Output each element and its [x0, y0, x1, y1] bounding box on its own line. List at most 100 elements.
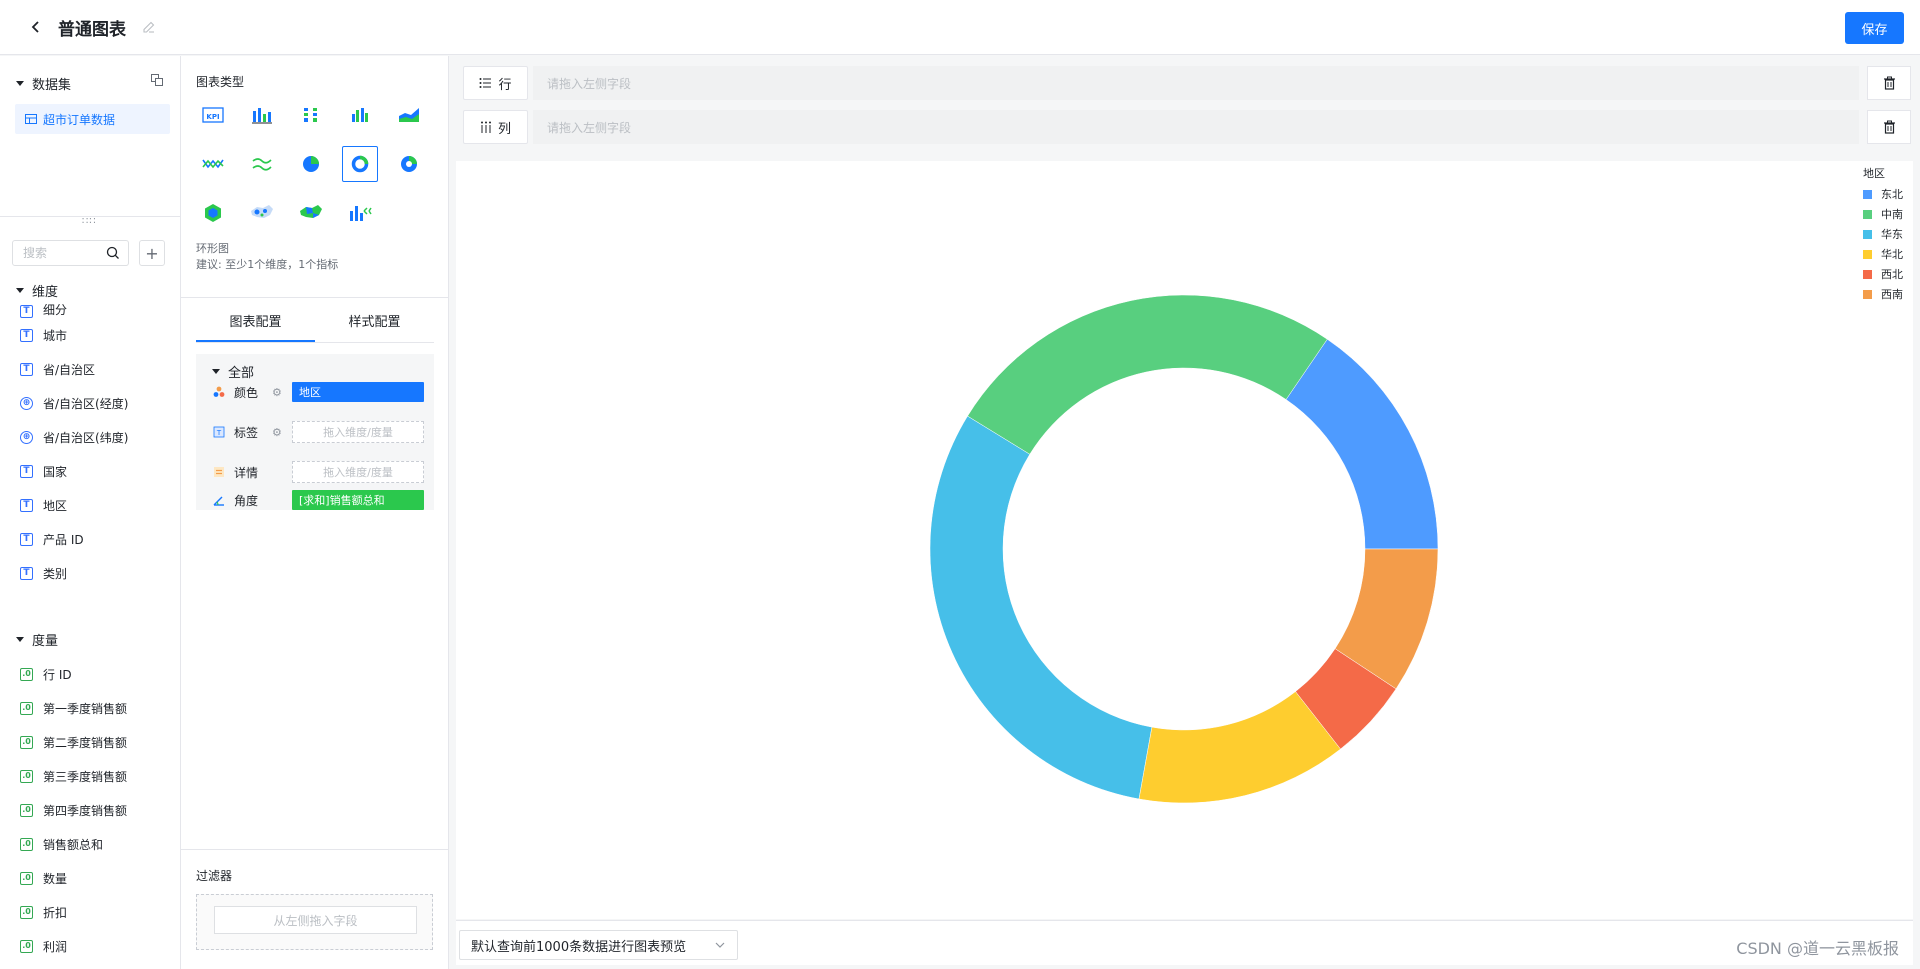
- caret-down-icon: [16, 81, 24, 86]
- search-icon[interactable]: [106, 246, 120, 264]
- dataset-section-label: 数据集: [32, 78, 72, 93]
- legend-swatch: [1863, 249, 1872, 259]
- measure-section-label: 度量: [32, 634, 59, 649]
- legend-item[interactable]: 中南: [1863, 204, 1903, 224]
- dataset-item[interactable]: 超市订单数据: [15, 104, 170, 134]
- preview-limit-select[interactable]: 默认查询前1000条数据进行图表预览: [459, 930, 738, 960]
- number-type-icon: .0: [20, 701, 33, 715]
- back-button[interactable]: [22, 13, 50, 41]
- legend-item[interactable]: 西北: [1863, 264, 1903, 284]
- config-panel: 图表类型 KPI 环形图 建议: 至少1个维度，1个指标 图表配置 样式配置 全…: [181, 56, 449, 969]
- label-drop-zone[interactable]: 拖入维度/度量: [292, 421, 424, 443]
- label-encoding-row: T 标签 ⚙ 拖入维度/度量: [212, 420, 426, 444]
- geo-type-icon: ⊕: [20, 396, 33, 410]
- field-label: 地区: [43, 498, 68, 513]
- multi-line-icon[interactable]: [244, 146, 280, 182]
- dimension-item[interactable]: T 地区: [20, 488, 180, 522]
- field-label: 国家: [43, 464, 68, 479]
- encoding-group-header[interactable]: 全部: [212, 362, 254, 381]
- trash-icon: [1883, 76, 1895, 90]
- measure-item[interactable]: .0 折扣: [20, 895, 180, 929]
- color-field-pill[interactable]: 地区: [292, 382, 424, 402]
- measure-item[interactable]: .0 第三季度销售额: [20, 759, 180, 793]
- legend-title: 地区: [1863, 167, 1885, 180]
- rows-shelf: 行 请拖入左侧字段: [463, 66, 1911, 100]
- dimension-item[interactable]: ⊕ 省/自治区(纬度): [20, 420, 180, 454]
- stacked-bar-icon[interactable]: [293, 97, 329, 133]
- field-label: 产品 ID: [43, 532, 84, 547]
- measure-item[interactable]: .0 销售额总和: [20, 827, 180, 861]
- legend-item[interactable]: 华北: [1863, 244, 1903, 264]
- measure-item[interactable]: .0 第二季度销售额: [20, 725, 180, 759]
- filter-drop-zone[interactable]: 从左侧拖入字段: [214, 906, 417, 934]
- legend-label: 华北: [1881, 248, 1903, 261]
- hex-map-icon[interactable]: [195, 195, 231, 231]
- bottom-bar: 默认查询前1000条数据进行图表预览 CSDN @道一云黑板报: [456, 920, 1913, 965]
- chart-area: 地区 东北 中南 华东华北西北 西南: [456, 161, 1913, 919]
- legend-item[interactable]: 华东: [1863, 224, 1903, 244]
- chart-type-label: 图表类型: [196, 75, 245, 89]
- drag-grip-icon[interactable]: ∷∷: [82, 216, 97, 227]
- donut-chart[interactable]: [904, 269, 1464, 829]
- dimension-item[interactable]: ⊕ 省/自治区(经度): [20, 386, 180, 420]
- line-chart-icon[interactable]: [195, 146, 231, 182]
- legend-swatch: [1863, 289, 1872, 299]
- donut-slice-华东[interactable]: [929, 415, 1153, 800]
- legend-item[interactable]: 西南: [1863, 284, 1903, 304]
- gear-icon[interactable]: ⚙: [272, 386, 286, 399]
- dimension-item[interactable]: T 类别: [20, 556, 180, 590]
- rows-drop-zone[interactable]: 请拖入左侧字段: [533, 66, 1859, 100]
- donut-slice-东北[interactable]: [1285, 338, 1439, 550]
- kpi-chart-icon[interactable]: KPI: [195, 97, 231, 133]
- field-search[interactable]: [12, 240, 129, 266]
- legend-swatch: [1863, 269, 1872, 279]
- switch-dataset-icon[interactable]: [150, 73, 166, 89]
- dimension-section-header[interactable]: 维度: [16, 281, 58, 300]
- donut-chart-icon[interactable]: [342, 146, 378, 182]
- dataset-item-label: 超市订单数据: [43, 112, 116, 127]
- measure-item[interactable]: .0 第一季度销售额: [20, 691, 180, 725]
- grouped-bar-icon[interactable]: [342, 97, 378, 133]
- clear-rows-button[interactable]: [1867, 66, 1911, 100]
- edit-title-icon[interactable]: [140, 18, 158, 36]
- measure-item[interactable]: .0 利润: [20, 929, 180, 963]
- dimension-item[interactable]: T 国家: [20, 454, 180, 488]
- combo-chart-icon[interactable]: [342, 195, 378, 231]
- donut-slice-中南[interactable]: [967, 294, 1328, 455]
- measure-item[interactable]: .0 数量: [20, 861, 180, 895]
- columns-drop-zone[interactable]: 请拖入左侧字段: [533, 110, 1859, 144]
- measure-section-header[interactable]: 度量: [16, 630, 58, 649]
- dimension-item[interactable]: T 产品 ID: [20, 522, 180, 556]
- legend-item[interactable]: 东北: [1863, 184, 1903, 204]
- angle-field-pill[interactable]: [求和]销售额总和: [292, 490, 424, 510]
- measure-item[interactable]: .0 第四季度销售额: [20, 793, 180, 827]
- preview-limit-label: 默认查询前1000条数据进行图表预览: [471, 939, 687, 955]
- caret-down-icon: [16, 288, 24, 293]
- save-button[interactable]: 保存: [1845, 12, 1904, 44]
- scatter-map-icon[interactable]: [244, 195, 280, 231]
- dataset-section-header[interactable]: 数据集: [16, 74, 166, 93]
- area-chart-icon[interactable]: [391, 97, 427, 133]
- rose-chart-icon[interactable]: [391, 146, 427, 182]
- detail-drop-zone[interactable]: 拖入维度/度量: [292, 461, 424, 483]
- caret-down-icon: [212, 369, 220, 374]
- dimension-item[interactable]: T 城市: [20, 318, 180, 352]
- gear-icon[interactable]: ⚙: [272, 426, 286, 439]
- dimension-item[interactable]: T 省/自治区: [20, 352, 180, 386]
- dimension-list: T 细分 T 城市 T 省/自治区 ⊕ 省/自治区(经度) ⊕ 省/自治区(纬度) T 国家…: [20, 304, 180, 590]
- region-map-icon[interactable]: [293, 195, 329, 231]
- text-type-icon: T: [20, 566, 33, 580]
- tab-chart-config[interactable]: 图表配置: [196, 305, 315, 342]
- add-field-button[interactable]: +: [139, 240, 165, 266]
- selected-chart-name: 环形图: [196, 242, 229, 255]
- clear-columns-button[interactable]: [1867, 110, 1911, 144]
- watermark: CSDN @道一云黑板报: [1736, 939, 1899, 958]
- chevron-left-icon: [31, 21, 39, 33]
- bar-chart-icon[interactable]: [244, 97, 280, 133]
- tab-style-config[interactable]: 样式配置: [315, 305, 434, 342]
- divider: [181, 849, 449, 850]
- dimension-item[interactable]: T 细分: [20, 304, 180, 318]
- search-input[interactable]: [23, 246, 101, 260]
- measure-item[interactable]: .0 行 ID: [20, 657, 180, 691]
- pie-chart-icon[interactable]: [293, 146, 329, 182]
